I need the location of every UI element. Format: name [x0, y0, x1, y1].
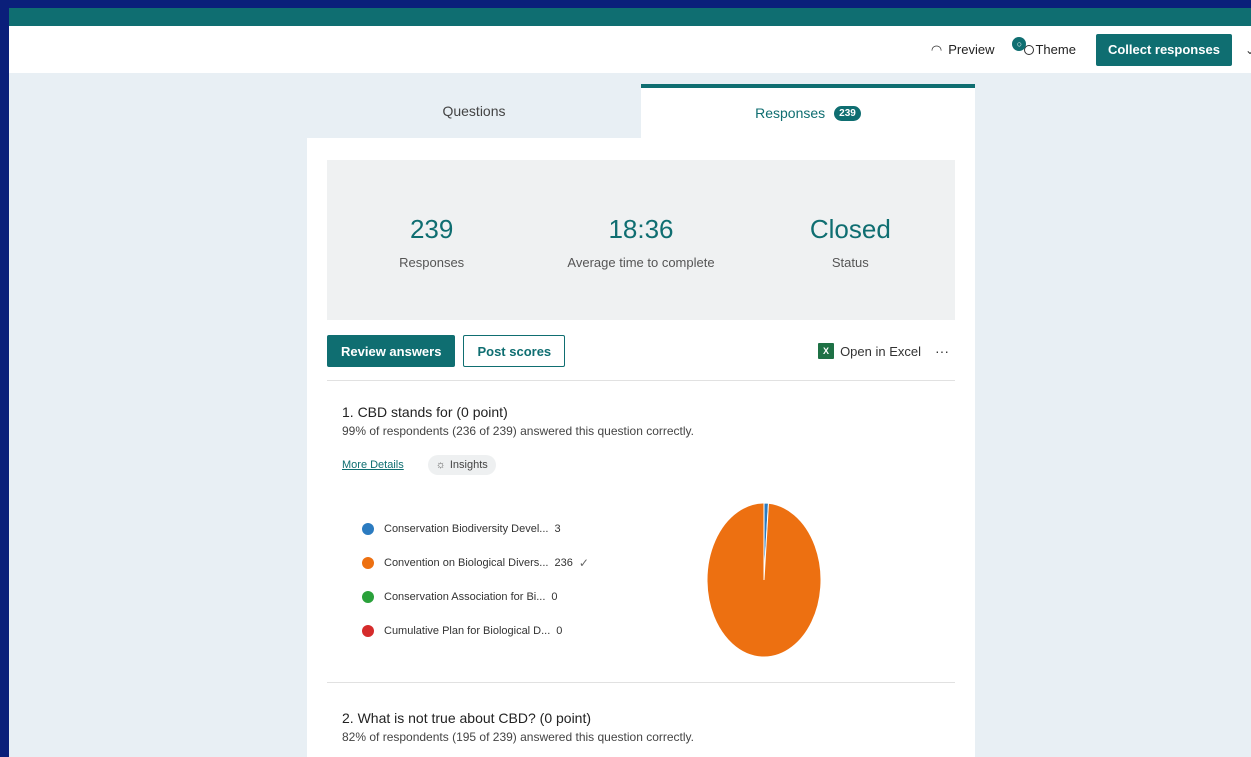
- tab-questions[interactable]: Questions: [307, 84, 641, 138]
- question-2: 2. What is not true about CBD? (0 point)…: [342, 710, 942, 744]
- question-1: 1. CBD stands for (0 point) 99% of respo…: [342, 404, 942, 475]
- question-1-title: 1. CBD stands for (0 point): [342, 404, 508, 420]
- legend-item: Conservation Biodiversity Devel... 3: [362, 521, 589, 537]
- status-value: Closed: [809, 214, 891, 244]
- legend-count: 0: [556, 625, 563, 637]
- legend-label: Conservation Biodiversity Devel...: [384, 523, 549, 535]
- collect-responses-button[interactable]: Collect responses: [1095, 33, 1232, 66]
- insights-button[interactable]: ☼ Insights: [427, 455, 496, 475]
- legend-item: Conservation Association for Bi... 0: [362, 589, 589, 605]
- responses-count-badge: 239: [834, 105, 861, 121]
- legend-dot: [362, 625, 374, 637]
- tab-bar: Questions Responses 239: [307, 84, 975, 138]
- question-1-legend: Conservation Biodiversity Devel... 3 Con…: [362, 521, 589, 657]
- stat-responses: 239 Responses: [327, 160, 536, 320]
- legend-dot: [362, 557, 374, 569]
- theme-label: Theme: [1035, 42, 1076, 57]
- open-in-excel-button[interactable]: X Open in Excel: [818, 343, 921, 359]
- question-1-links: More Details ☼ Insights: [342, 455, 942, 475]
- lightbulb-icon: ☼: [435, 459, 446, 471]
- command-bar: ◠ Preview ○ Theme Collect responses ⌄: [9, 26, 1251, 73]
- legend-dot: [362, 523, 374, 535]
- legend-label: Conservation Association for Bi...: [384, 591, 546, 603]
- legend-count: 236: [554, 557, 573, 569]
- pie-slice-1: [706, 502, 822, 658]
- legend-count: 3: [554, 523, 561, 535]
- correct-check-icon: ✓: [578, 556, 589, 570]
- chevron-down-icon[interactable]: ⌄: [1245, 43, 1251, 57]
- insights-label: Insights: [449, 459, 488, 471]
- question-2-stats: 82% of respondents (195 of 239) answered…: [342, 730, 694, 744]
- stat-status: Closed Status: [746, 160, 955, 320]
- more-details-link[interactable]: More Details: [342, 459, 404, 471]
- tab-questions-label: Questions: [442, 103, 506, 119]
- question-1-pie-chart: [706, 502, 822, 658]
- preview-label: Preview: [948, 42, 995, 57]
- tab-responses-label: Responses: [755, 105, 826, 121]
- responses-value: 239: [409, 214, 454, 244]
- status-label: Status: [831, 255, 869, 270]
- excel-icon: X: [818, 343, 835, 359]
- responses-panel: Questions Responses 239 239 Responses 18…: [307, 84, 975, 757]
- legend-count: 0: [551, 591, 558, 603]
- preview-button[interactable]: ◠ Preview: [931, 42, 995, 58]
- review-answers-button[interactable]: Review answers: [327, 335, 456, 367]
- question-2-title: 2. What is not true about CBD? (0 point): [342, 710, 592, 726]
- theme-icon: ○: [1012, 36, 1027, 51]
- tab-responses[interactable]: Responses 239: [641, 84, 975, 138]
- theme-button[interactable]: ○ Theme: [1012, 36, 1076, 57]
- average-time-value: 18:36: [608, 214, 674, 244]
- legend-item: Cumulative Plan for Biological D... 0: [362, 623, 589, 639]
- divider: [327, 380, 955, 381]
- app-frame: ◠ Preview ○ Theme Collect responses ⌄ Qu…: [9, 8, 1251, 757]
- legend-item: Convention on Biological Divers... 236 ✓: [362, 555, 589, 571]
- legend-dot: [362, 591, 374, 603]
- eye-icon: ◠: [930, 41, 943, 57]
- divider: [327, 682, 955, 683]
- open-in-excel-label: Open in Excel: [840, 343, 921, 359]
- stat-average-time: 18:36 Average time to complete: [536, 160, 745, 320]
- post-scores-button[interactable]: Post scores: [463, 335, 566, 367]
- responses-label: Responses: [399, 255, 465, 270]
- action-bar: Review answers Post scores X Open in Exc…: [327, 334, 955, 368]
- question-1-stats: 99% of respondents (236 of 239) answered…: [342, 424, 694, 438]
- palette-icon: [1024, 44, 1035, 55]
- more-options-button[interactable]: ···: [935, 343, 949, 359]
- summary-card: 239 Responses 18:36 Average time to comp…: [327, 160, 955, 320]
- title-strip: [9, 8, 1251, 26]
- legend-label: Cumulative Plan for Biological D...: [384, 625, 551, 637]
- legend-label: Convention on Biological Divers...: [384, 557, 549, 569]
- average-time-label: Average time to complete: [567, 255, 715, 270]
